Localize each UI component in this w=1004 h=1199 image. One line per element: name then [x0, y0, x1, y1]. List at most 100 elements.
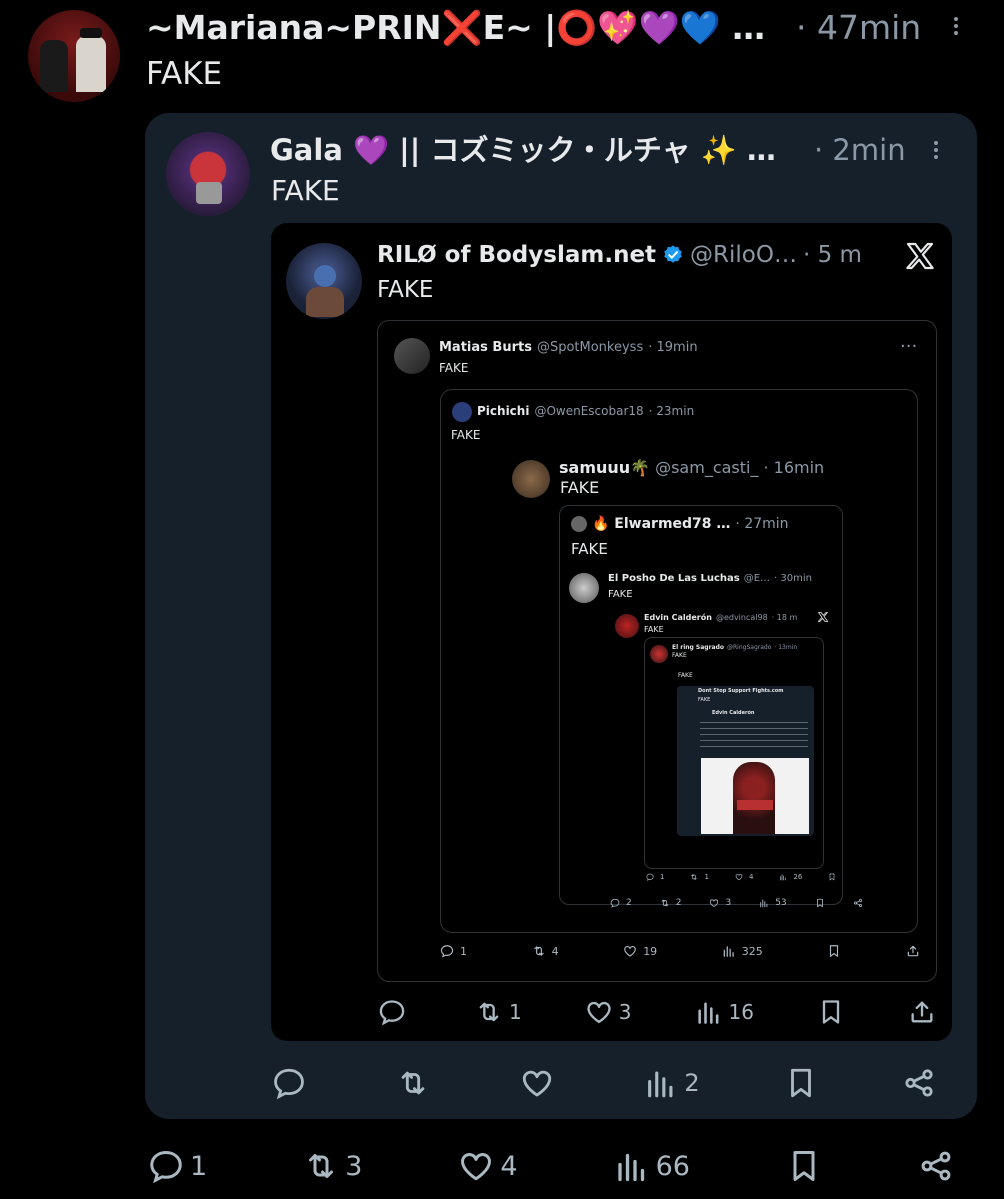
tweet-text: FAKE — [571, 540, 608, 558]
avatar[interactable] — [615, 614, 639, 638]
avatar[interactable] — [571, 516, 587, 532]
timestamp[interactable]: · 19min — [648, 340, 697, 356]
timestamp[interactable]: · 5 m — [803, 240, 862, 270]
avatar[interactable] — [166, 132, 250, 216]
x-logo-icon — [904, 240, 936, 272]
reply-button[interactable]: 1 — [148, 1148, 207, 1184]
author-handle[interactable]: @sam_casti_ — [655, 458, 758, 478]
tweet-text: FAKE — [560, 478, 600, 497]
author-name[interactable]: RILØ of Bodyslam.net — [377, 240, 656, 270]
views-button[interactable]: 66 — [614, 1148, 690, 1184]
more-vertical-icon[interactable] — [954, 14, 958, 38]
retweet-button[interactable]: 4 — [532, 944, 559, 958]
views-button[interactable]: 2 — [644, 1066, 700, 1100]
tweet-actions: 1 3 16 — [378, 998, 936, 1026]
reply-button[interactable]: 2 — [610, 898, 632, 908]
tweet-actions: 2 — [272, 1066, 936, 1100]
tweet-text: FAKE — [451, 428, 481, 442]
share-button[interactable] — [902, 1066, 936, 1100]
like-button[interactable]: 19 — [623, 944, 657, 958]
author-name[interactable]: Pichichi — [477, 403, 529, 419]
tweet-text: FAKE — [698, 697, 711, 703]
tweet-text: FAKE — [644, 625, 664, 634]
tweet-text: FAKE — [271, 174, 340, 207]
like-button[interactable] — [520, 1066, 560, 1100]
tweet-actions: 1 1 4 26 — [646, 873, 836, 881]
share-button[interactable] — [908, 998, 936, 1026]
retweet-button[interactable]: 3 — [303, 1148, 362, 1184]
avatar[interactable] — [394, 338, 430, 374]
timestamp[interactable]: · 18 m — [772, 612, 798, 623]
author-handle[interactable]: @edvincal98 — [716, 612, 768, 623]
author-handle[interactable]: @SpotMonkeyss — [537, 340, 643, 356]
like-button[interactable]: 4 — [458, 1148, 518, 1184]
timestamp[interactable]: · 23min — [649, 403, 695, 419]
bookmark-button[interactable] — [784, 1066, 818, 1100]
tweet-actions: 1 4 19 325 — [440, 944, 920, 958]
views-button[interactable]: 16 — [695, 998, 754, 1026]
avatar[interactable] — [650, 645, 668, 663]
like-button[interactable]: 4 — [735, 873, 753, 881]
wrestler-photo — [701, 758, 809, 834]
more-vertical-icon[interactable] — [934, 138, 938, 162]
views-button[interactable]: 325 — [722, 944, 763, 958]
tweet-text: FAKE — [377, 277, 434, 303]
tweet-text: FAKE — [672, 652, 687, 659]
views-button[interactable]: 26 — [779, 873, 802, 881]
reply-button[interactable] — [378, 998, 412, 1026]
author-name[interactable]: Matias Burts — [439, 340, 532, 356]
timestamp[interactable]: · 16min — [763, 458, 824, 478]
x-logo-icon — [817, 611, 829, 623]
avatar[interactable] — [28, 10, 120, 102]
author-name[interactable]: 🔥 Elwarmed78 … — [592, 515, 730, 533]
timestamp[interactable]: · 47min — [796, 8, 921, 48]
verified-badge-icon — [662, 244, 684, 266]
timestamp[interactable]: · 2min — [814, 132, 906, 168]
retweet-button[interactable]: 1 — [690, 873, 709, 881]
retweet-button[interactable]: 1 — [475, 998, 522, 1026]
like-button[interactable]: 3 — [709, 898, 731, 908]
author-handle[interactable]: @E… — [744, 572, 770, 586]
tweet-text: FAKE — [608, 589, 633, 600]
author-name[interactable]: El Posho De Las Luchas — [608, 572, 740, 586]
bookmark-button[interactable] — [786, 1148, 822, 1184]
share-button[interactable] — [906, 944, 920, 958]
author-handle[interactable]: @RiloO… — [690, 240, 797, 270]
timestamp[interactable]: · 27min — [735, 515, 788, 533]
share-button[interactable] — [918, 1148, 954, 1184]
bookmark-button[interactable] — [827, 944, 841, 958]
tweet-text: FAKE — [678, 672, 693, 679]
author-name[interactable]: ~Mariana~PRIN❌E~ |⭕💖💜💙 … — [146, 8, 766, 48]
reply-button[interactable]: 1 — [440, 944, 467, 958]
author-name[interactable]: Gala 💜 || コズミック・ルチャ ✨ … — [270, 132, 800, 168]
author-handle[interactable]: @OwenEscobar18 — [534, 403, 643, 419]
bookmark-button[interactable] — [815, 898, 825, 908]
reply-button[interactable] — [272, 1066, 312, 1100]
more-horizontal-icon[interactable]: ··· — [900, 336, 917, 357]
avatar[interactable] — [452, 402, 472, 422]
reply-button[interactable]: 1 — [646, 873, 664, 881]
author-name[interactable]: Edvin Calderón — [644, 612, 712, 623]
like-button[interactable]: 3 — [585, 998, 632, 1026]
author-handle[interactable]: @RingSagrado — [727, 643, 771, 652]
tweet-actions: 1 3 4 66 — [148, 1148, 954, 1184]
share-button[interactable] — [853, 898, 863, 908]
timestamp[interactable]: · 13min — [774, 643, 797, 652]
bookmark-button[interactable] — [828, 873, 836, 881]
paragraph-placeholder — [700, 720, 808, 748]
author-name[interactable]: El ring Sagrado — [672, 643, 724, 652]
retweet-button[interactable] — [396, 1066, 436, 1100]
author-name[interactable]: Edvin Calderón — [712, 710, 802, 717]
avatar[interactable] — [512, 460, 550, 498]
tweet-text: FAKE — [146, 56, 223, 92]
tweet-actions: 2 2 3 53 — [610, 898, 863, 908]
avatar[interactable] — [286, 243, 362, 319]
bookmark-button[interactable] — [817, 998, 845, 1026]
avatar[interactable] — [569, 573, 599, 603]
author-name[interactable]: samuuu🌴 — [559, 458, 650, 478]
retweet-button[interactable]: 2 — [660, 898, 681, 908]
timestamp[interactable]: · 30min — [774, 572, 812, 586]
views-button[interactable]: 53 — [759, 898, 787, 908]
tweet-text: FAKE — [439, 361, 469, 375]
author-name[interactable]: Dont Stop Support Fights.com — [698, 688, 808, 695]
